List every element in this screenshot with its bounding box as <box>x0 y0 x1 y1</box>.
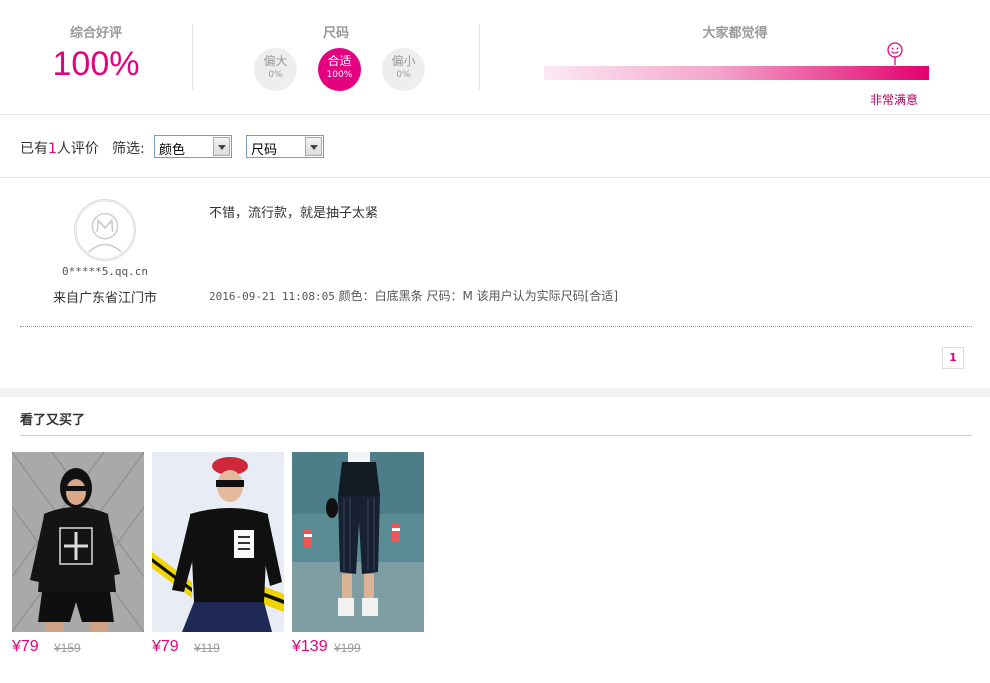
product-image[interactable] <box>292 452 424 632</box>
size-option-fit[interactable]: 合适 100% <box>318 48 361 91</box>
avatar <box>74 199 136 261</box>
chevron-down-icon[interactable] <box>213 137 230 156</box>
chevron-down-icon[interactable] <box>305 137 322 156</box>
product-price: ¥139 <box>292 638 328 655</box>
product-card[interactable]: ¥139 ¥199 <box>292 452 424 655</box>
size-select-value: 尺码 <box>251 143 278 158</box>
count-number: 1 <box>48 141 57 157</box>
size-option-percent: 0% <box>396 70 411 80</box>
rating-value: 100% <box>52 45 140 83</box>
feel-label: 大家都觉得 <box>702 26 768 41</box>
size-fit: 尺码 偏大 0% 合适 100% 偏小 0% <box>193 0 479 115</box>
size-option-name: 偏小 <box>391 54 416 68</box>
review-filter: 已有1人评价 筛选: 颜色 尺码 <box>0 115 990 178</box>
divider <box>20 435 972 436</box>
product-image[interactable] <box>152 452 284 632</box>
size-option-name: 偏大 <box>263 54 288 68</box>
filter-label: 筛选: <box>112 141 145 157</box>
product-original-price: ¥199 <box>334 641 361 655</box>
product-price: ¥79 <box>12 638 39 655</box>
recommend-title: 看了又买了 <box>20 413 86 428</box>
review-details: 颜色：白底黑条 尺码：M 该用户认为实际尺码[合适] <box>338 289 619 303</box>
satisfaction: 大家都觉得 非常满意 <box>480 0 990 115</box>
review-count: 已有1人评价 <box>20 138 99 158</box>
review-datetime: 2016-09-21 11:08:05 <box>209 290 335 303</box>
product-card[interactable]: ¥79 ¥159 <box>12 452 144 655</box>
color-select-value: 颜色 <box>159 143 186 158</box>
product-original-price: ¥119 <box>194 641 220 655</box>
product-original-price: ¥159 <box>54 641 81 655</box>
size-option-small[interactable]: 偏小 0% <box>382 48 425 91</box>
satisfaction-bar <box>544 66 929 80</box>
reviewer-location: 来自广东省江门市 <box>52 291 157 306</box>
size-label: 尺码 <box>322 26 349 41</box>
size-option-name: 合适 <box>327 54 352 68</box>
review-meta: 2016-09-21 11:08:05 颜色：白底黑条 尺码：M 该用户认为实际… <box>209 287 618 304</box>
rating-label: 综合好评 <box>69 26 122 41</box>
product-price: ¥79 <box>152 638 179 655</box>
product-image[interactable] <box>12 452 144 632</box>
review-summary: 综合好评 100% 尺码 偏大 0% 合适 100% 偏小 0% 大家都觉得 非… <box>0 0 990 115</box>
overall-rating: 综合好评 100% <box>0 0 192 115</box>
size-select[interactable]: 尺码 <box>246 135 324 158</box>
smiley-icon <box>887 42 903 65</box>
size-option-percent: 100% <box>326 70 353 80</box>
satisfaction-result: 非常满意 <box>870 93 919 107</box>
count-suffix: 人评价 <box>56 141 99 157</box>
review-item: 0*****5.qq.cn 来自广东省江门市 不错，流行款，就是抽子太紧 201… <box>20 179 972 327</box>
size-option-percent: 0% <box>268 70 283 80</box>
product-card[interactable]: ¥79 ¥119 <box>152 452 284 655</box>
reviewer-name: 0*****5.qq.cn <box>61 265 149 278</box>
section-gap <box>0 388 990 397</box>
page-1-button[interactable]: 1 <box>942 347 964 369</box>
review-text: 不错，流行款，就是抽子太紧 <box>209 206 379 221</box>
color-select[interactable]: 颜色 <box>154 135 232 158</box>
count-prefix: 已有 <box>20 141 48 157</box>
size-option-large[interactable]: 偏大 0% <box>254 48 297 91</box>
